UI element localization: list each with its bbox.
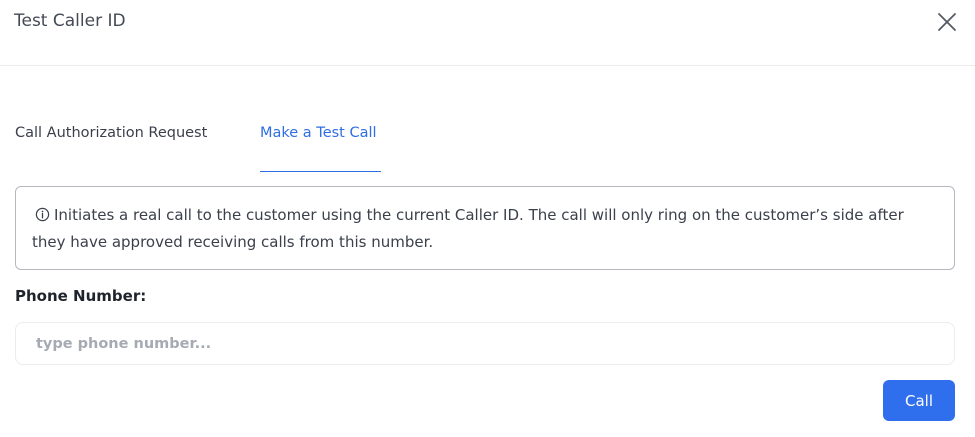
info-text: Initiates a real call to the customer us… bbox=[32, 206, 904, 251]
tab-call-authorization-request[interactable]: Call Authorization Request bbox=[15, 118, 207, 171]
call-button[interactable]: Call bbox=[883, 380, 955, 421]
close-button[interactable] bbox=[934, 9, 960, 35]
phone-number-label: Phone Number: bbox=[15, 287, 147, 305]
info-box: Initiates a real call to the customer us… bbox=[15, 186, 955, 270]
info-circle-icon bbox=[35, 207, 50, 222]
tab-bar: Call Authorization Request Make a Test C… bbox=[0, 118, 975, 174]
tab-make-a-test-call[interactable]: Make a Test Call bbox=[260, 118, 381, 172]
phone-number-input[interactable] bbox=[15, 322, 955, 365]
test-caller-id-modal: Test Caller ID Call Authorization Reques… bbox=[0, 0, 975, 437]
modal-title: Test Caller ID bbox=[14, 11, 126, 31]
close-icon bbox=[938, 13, 956, 31]
modal-header: Test Caller ID bbox=[0, 0, 975, 66]
